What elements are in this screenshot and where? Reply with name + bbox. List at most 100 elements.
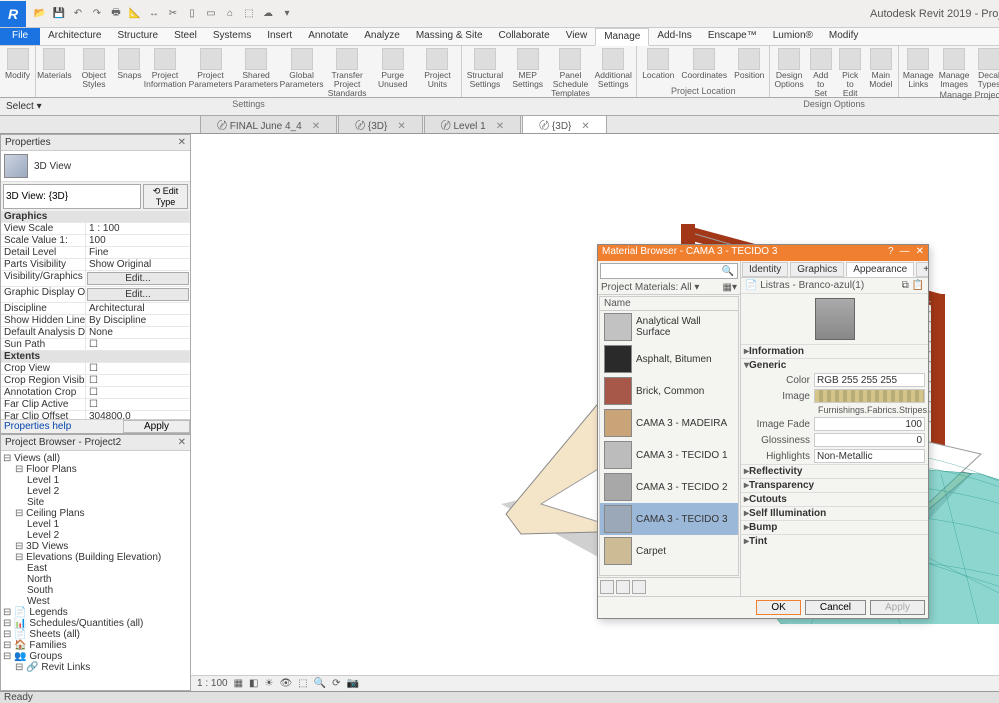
properties-type[interactable]: 3D View [1, 151, 190, 181]
tab-graphics[interactable]: Graphics [790, 262, 844, 277]
ribbon-button[interactable]: Panel Schedule Templates [551, 47, 591, 99]
dialog-titlebar[interactable]: Material Browser - CAMA 3 - TECIDO 3 ? —… [598, 245, 928, 261]
tree-node[interactable]: Floor Plans [3, 464, 188, 475]
tree-node[interactable]: 🔗 Revit Links [3, 662, 188, 673]
group-transparency[interactable]: Transparency [741, 478, 928, 492]
prop-value[interactable]: Edit... [87, 272, 189, 285]
qat-close-icon[interactable]: ▭ [203, 6, 219, 22]
prop-value[interactable]: 1 : 100 [86, 223, 190, 234]
group-tint[interactable]: Tint [741, 534, 928, 548]
prop-row[interactable]: Annotation Crop [1, 387, 190, 399]
ribbon-button[interactable]: Design Options [773, 47, 804, 90]
cancel-button[interactable]: Cancel [805, 600, 866, 615]
vc-icon[interactable]: 📷 [346, 678, 358, 689]
prop-value[interactable]: Edit... [87, 288, 189, 301]
ribbon-button[interactable]: Additional Settings [593, 47, 633, 90]
qat-redo-icon[interactable]: ↷ [89, 6, 105, 22]
prop-row[interactable]: Crop Region Visible [1, 375, 190, 387]
tree-node[interactable]: 👥 Groups [3, 651, 188, 662]
highlights-value[interactable]: Non-Metallic [814, 449, 925, 463]
group-bump[interactable]: Bump [741, 520, 928, 534]
qat-switch-icon[interactable]: ⌂ [222, 6, 238, 22]
prop-row[interactable]: Parts VisibilityShow Original [1, 259, 190, 271]
replace-asset-icon[interactable]: ⧉ [902, 280, 909, 291]
qat-open-icon[interactable]: 📂 [32, 6, 48, 22]
view-tab[interactable]: 〄 Level 1✕ [424, 115, 521, 133]
tree-node[interactable]: 📄 Legends [3, 607, 188, 618]
ribbon-button[interactable]: Global Parameters [280, 47, 323, 90]
tab-manage[interactable]: Manage [595, 28, 649, 46]
material-item[interactable]: Brick, Common [600, 375, 738, 407]
group-information[interactable]: Information [741, 344, 928, 358]
select-dropdown[interactable]: Select ▾ [0, 100, 48, 113]
ribbon-button[interactable]: Pick to Edit [837, 47, 864, 99]
edit-type-button[interactable]: ⟲ Edit Type [143, 184, 188, 209]
tab-annotate[interactable]: Annotate [300, 28, 356, 45]
tree-node[interactable]: Level 1 [3, 519, 188, 530]
ribbon-button[interactable]: Decal Types [974, 47, 999, 90]
vc-icon[interactable]: 🔍 [314, 678, 326, 689]
tab-steel[interactable]: Steel [166, 28, 205, 45]
show-icon[interactable] [632, 580, 646, 594]
material-item[interactable]: Carpet [600, 535, 738, 567]
tab-close-icon[interactable]: ✕ [312, 121, 320, 132]
project-browser-tree[interactable]: Views (all)Floor Plans Level 1Level 2 Site… [1, 451, 190, 690]
ribbon-button[interactable]: Manage Images [938, 47, 971, 90]
qat-more-icon[interactable]: ▾ [279, 6, 295, 22]
group-generic[interactable]: Generic [741, 358, 928, 372]
ribbon-button[interactable]: Snaps [118, 47, 141, 81]
vc-icon[interactable]: ⟳ [332, 678, 340, 689]
tree-node[interactable]: Ceiling Plans [3, 508, 188, 519]
tree-node[interactable]: Views (all) [3, 453, 188, 464]
minimize-icon[interactable]: — [900, 246, 910, 260]
ribbon-button[interactable]: Materials [39, 47, 70, 81]
vc-icon[interactable]: ⬚ [298, 678, 307, 689]
group-cutouts[interactable]: Cutouts [741, 492, 928, 506]
ribbon-button[interactable]: Manage Links [902, 47, 935, 90]
tree-node[interactable]: Level 2 [3, 530, 188, 541]
prop-row[interactable]: Crop View [1, 363, 190, 375]
qat-undo-icon[interactable]: ↶ [70, 6, 86, 22]
prop-row[interactable]: View Scale1 : 100 [1, 223, 190, 235]
grid-view-icon[interactable]: ▦▾ [723, 282, 737, 293]
vc-icon[interactable]: ☀ [265, 678, 274, 689]
view-tab[interactable]: 〄 FINAL June 4_4✕ [200, 115, 337, 133]
material-item[interactable]: CAMA 3 - MADEIRA [600, 407, 738, 439]
tree-node[interactable]: Site [3, 497, 188, 508]
ribbon-button[interactable]: Object Styles [73, 47, 116, 90]
help-icon[interactable]: ? [888, 246, 894, 260]
tab-structure[interactable]: Structure [109, 28, 166, 45]
tab-addins[interactable]: Add-Ins [649, 28, 699, 45]
qat-sync-icon[interactable]: ☁ [260, 6, 276, 22]
fade-value[interactable]: 100 [814, 417, 925, 431]
ok-button[interactable]: OK [756, 600, 800, 615]
tree-node[interactable]: 📄 Sheets (all) [3, 629, 188, 640]
tree-node[interactable]: North [3, 574, 188, 585]
properties-close-icon[interactable]: ✕ [178, 137, 186, 148]
vc-icon[interactable]: ◧ [249, 678, 258, 689]
properties-table[interactable]: GraphicsView Scale1 : 100Scale Value 1:1… [1, 211, 190, 419]
prop-row[interactable]: Detail LevelFine [1, 247, 190, 259]
tab-close-icon[interactable]: ✕ [581, 121, 589, 132]
prop-value[interactable]: 100 [86, 235, 190, 246]
properties-selector[interactable] [3, 184, 141, 209]
image-swatch[interactable] [814, 389, 925, 403]
material-scope[interactable]: Project Materials: All ▾ ▦▾ [598, 281, 740, 295]
tab-file[interactable]: File [0, 28, 40, 45]
ribbon-button[interactable]: Project Units [417, 47, 458, 90]
prop-value[interactable]: Architectural [86, 303, 190, 314]
prop-value[interactable] [86, 363, 190, 374]
ribbon-button[interactable]: Transfer Project Standards [326, 47, 369, 99]
ribbon-button[interactable]: Shared Parameters [235, 47, 278, 90]
qat-save-icon[interactable]: 💾 [51, 6, 67, 22]
prop-row[interactable]: Far Clip Active [1, 399, 190, 411]
tree-node[interactable]: 3D Views [3, 541, 188, 552]
library-icon[interactable] [616, 580, 630, 594]
material-item[interactable]: Analytical Wall Surface [600, 311, 738, 343]
view-scale[interactable]: 1 : 100 [197, 678, 228, 689]
tree-node[interactable]: 📊 Schedules/Quantities (all) [3, 618, 188, 629]
gloss-value[interactable]: 0 [814, 433, 925, 447]
prop-row[interactable]: Scale Value 1:100 [1, 235, 190, 247]
ribbon-button[interactable]: Coordinates [679, 47, 729, 81]
prop-value[interactable]: By Discipline [86, 315, 190, 326]
